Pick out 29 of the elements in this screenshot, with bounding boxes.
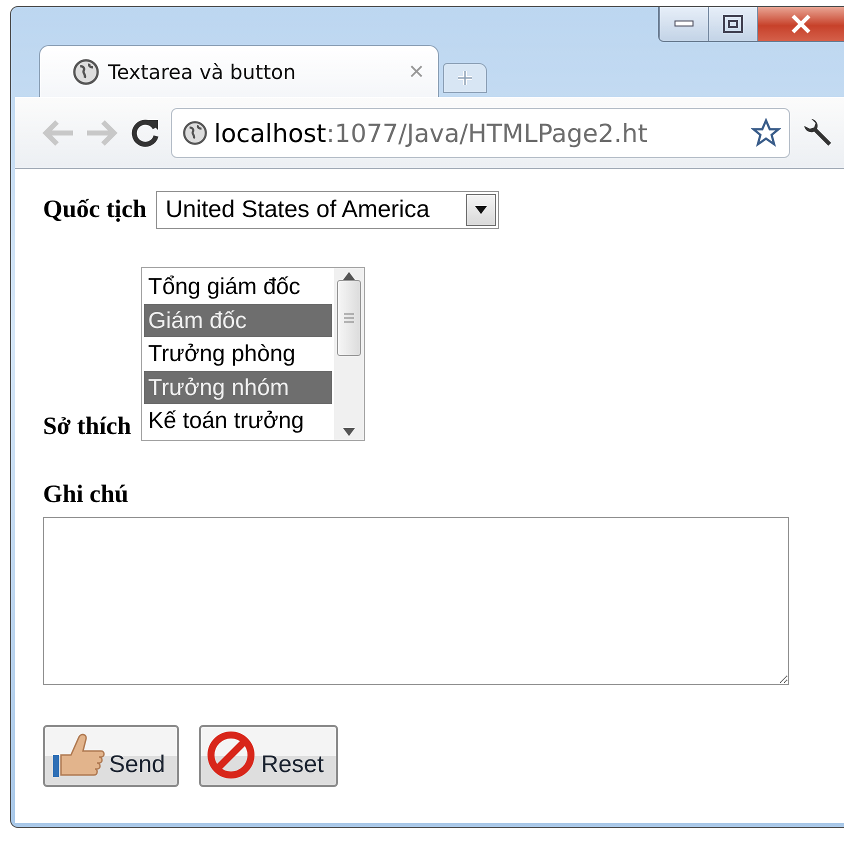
- close-button[interactable]: [757, 7, 844, 41]
- reload-icon[interactable]: [129, 117, 161, 149]
- address-bar[interactable]: localhost:1077/Java/HTMLPage2.ht: [171, 108, 790, 158]
- send-button[interactable]: Send: [43, 724, 180, 786]
- hobbies-label: Sở thích: [43, 412, 132, 440]
- grip-icon: [344, 313, 354, 323]
- new-tab-button[interactable]: [443, 63, 487, 93]
- no-entry-icon: [207, 730, 256, 778]
- browser-tab[interactable]: Textarea và button ×: [39, 45, 439, 97]
- list-option[interactable]: Giám đốc: [144, 304, 332, 337]
- nationality-select[interactable]: United States of America: [156, 191, 500, 229]
- scrollbar[interactable]: [334, 268, 364, 440]
- hobbies-listbox[interactable]: Tổng giám đốc Giám đốc Trưởng phòng Trưởng nhóm Kế toán trưởng: [141, 267, 366, 440]
- reset-button[interactable]: Reset: [199, 724, 338, 786]
- plus-icon: [456, 69, 474, 87]
- url-text: localhost:1077/Java/HTMLPage2.ht: [214, 118, 649, 148]
- globe-icon: [182, 120, 208, 146]
- close-icon: [790, 14, 812, 34]
- star-icon[interactable]: [751, 118, 781, 148]
- list-option[interactable]: Trưởng nhóm: [144, 370, 332, 404]
- maximize-icon: [723, 15, 743, 33]
- note-label: Ghi chú: [43, 480, 128, 508]
- maximize-button[interactable]: [708, 7, 757, 41]
- globe-icon: [72, 58, 100, 86]
- nationality-label: Quốc tịch: [43, 196, 146, 224]
- minimize-button[interactable]: [659, 7, 708, 41]
- scroll-down-icon[interactable]: [343, 428, 356, 436]
- minimize-icon: [674, 20, 694, 28]
- tab-title: Textarea và button: [108, 60, 297, 84]
